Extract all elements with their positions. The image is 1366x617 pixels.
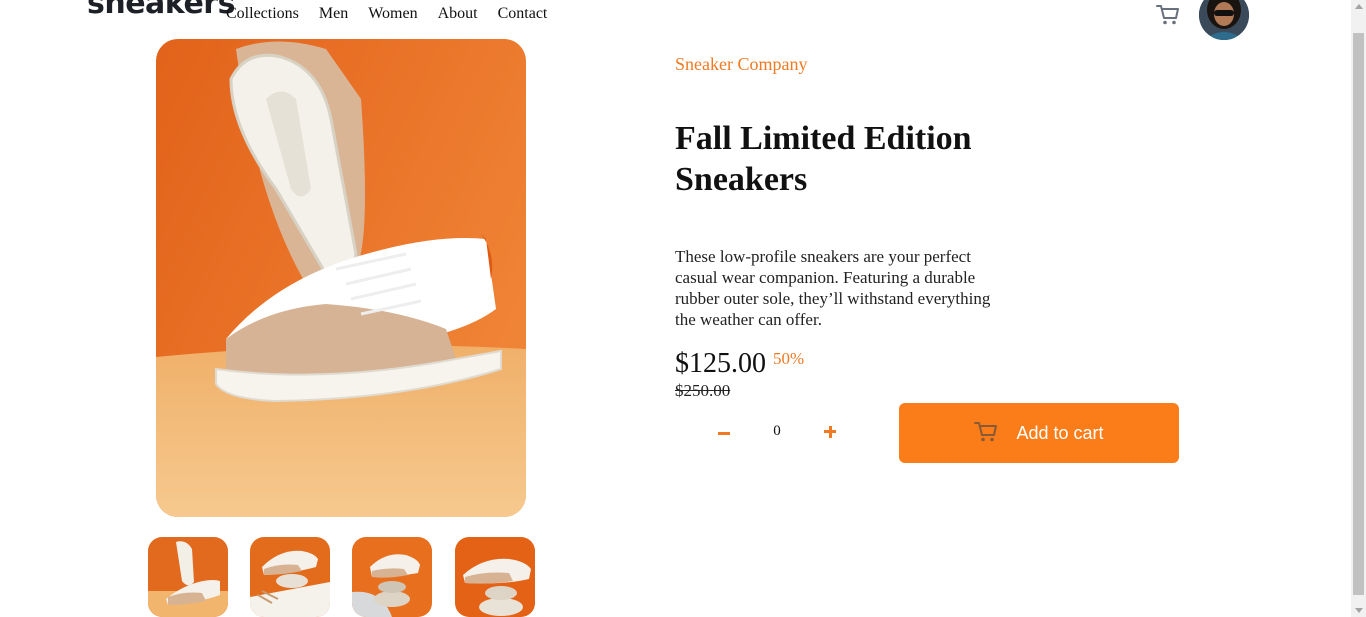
thumbnail-1[interactable] — [148, 537, 228, 617]
product-description: These low-profile sneakers are your perf… — [675, 247, 991, 329]
cart-icon — [974, 421, 998, 446]
current-price: $125.00 — [675, 348, 766, 379]
scrollbar[interactable] — [1351, 0, 1366, 617]
quantity-decrease-button[interactable] — [712, 420, 736, 444]
cart-icon[interactable] — [1156, 4, 1180, 26]
add-to-cart-button[interactable]: Add to cart — [899, 403, 1179, 463]
nav-men[interactable]: Men — [319, 5, 348, 23]
product-title: Fall Limited Edition Sneakers — [675, 120, 972, 198]
nav-collections[interactable]: Collections — [226, 5, 299, 23]
avatar[interactable] — [1199, 0, 1249, 40]
scroll-thumb[interactable] — [1353, 33, 1364, 595]
nav-contact[interactable]: Contact — [498, 5, 548, 23]
thumbnail-4[interactable] — [455, 537, 535, 617]
quantity-increase-button[interactable] — [818, 420, 842, 444]
main-nav: Collections Men Women About Contact — [226, 5, 547, 23]
company-name: Sneaker Company — [675, 54, 808, 74]
nav-women[interactable]: Women — [368, 5, 417, 23]
quantity-value: 0 — [773, 423, 781, 439]
logo[interactable]: sneakers — [87, 0, 235, 21]
original-price: $250.00 — [675, 381, 731, 400]
scroll-down-arrow[interactable] — [1355, 608, 1363, 613]
nav-about[interactable]: About — [438, 5, 478, 23]
main-product-image[interactable] — [156, 39, 526, 517]
thumbnail-2[interactable] — [250, 537, 330, 617]
add-to-cart-label: Add to cart — [1016, 422, 1104, 443]
scroll-up-arrow[interactable] — [1355, 4, 1363, 9]
thumbnail-3[interactable] — [352, 537, 432, 617]
discount-badge: 50% — [773, 349, 805, 368]
